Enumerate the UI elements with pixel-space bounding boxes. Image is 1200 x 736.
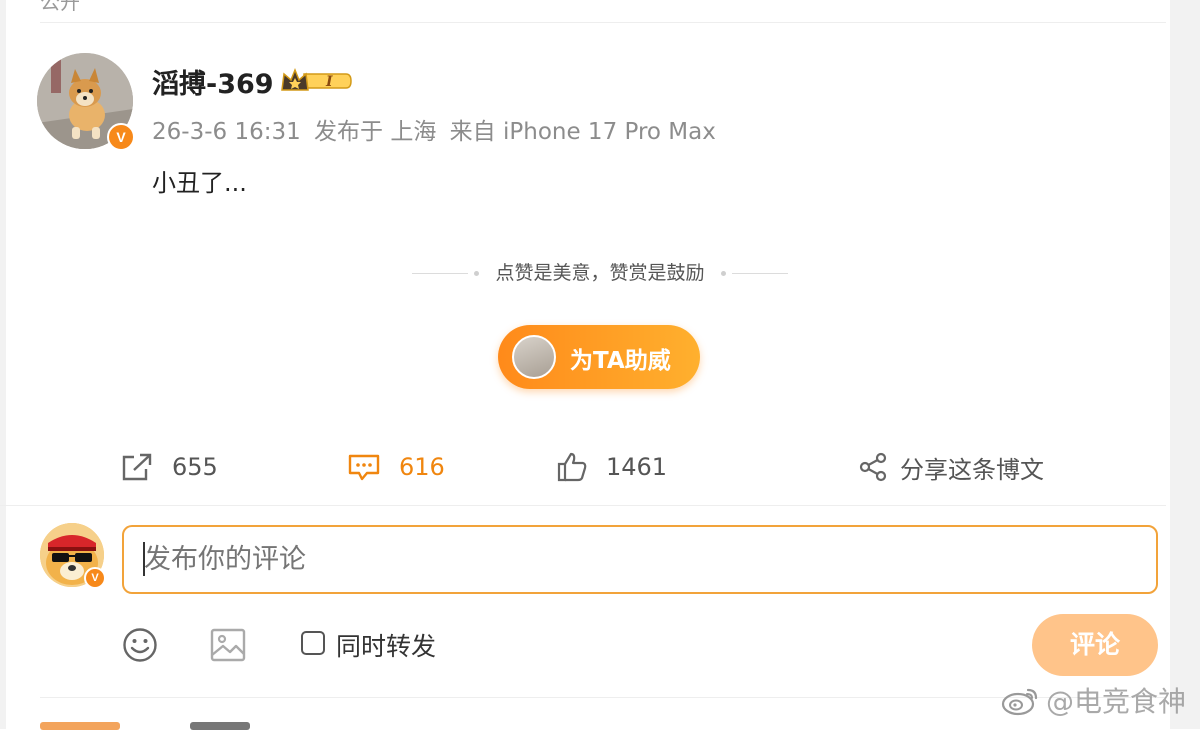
like-icon xyxy=(557,452,587,482)
sync-repost-checkbox[interactable] xyxy=(301,631,325,655)
dot-icon xyxy=(720,271,726,276)
weibo-logo-icon xyxy=(1001,688,1038,716)
divider xyxy=(40,22,1166,23)
author-name[interactable]: 滔搏-369 xyxy=(152,62,274,101)
divider xyxy=(40,697,1166,698)
page-gutter-right xyxy=(1170,0,1200,729)
verified-badge-icon: V xyxy=(84,567,106,589)
post-content: 小丑了... xyxy=(152,169,247,197)
repost-count: 655 xyxy=(172,453,218,481)
support-button-label: 为TA助威 xyxy=(570,348,671,374)
post-meta: 26-3-6 16:31 发布于 上海 来自 iPhone 17 Pro Max xyxy=(152,112,722,146)
emoji-icon xyxy=(123,628,157,662)
comment-count: 616 xyxy=(399,453,445,481)
watermark: @电竞食神 xyxy=(1000,680,1186,720)
next-comment-preview xyxy=(40,716,260,736)
image-upload-button[interactable] xyxy=(210,627,246,667)
image-icon xyxy=(210,628,246,662)
share-icon xyxy=(859,452,887,482)
share-label: 分享这条博文 xyxy=(900,455,1044,484)
share-button[interactable]: 分享这条博文 xyxy=(858,442,1044,492)
like-button[interactable]: 1461 xyxy=(556,442,667,492)
support-button[interactable]: 为TA助威 xyxy=(498,325,700,389)
reward-hint: 点赞是美意，赞赏是鼓励 xyxy=(0,258,1200,285)
text-caret xyxy=(143,542,145,576)
comment-input[interactable] xyxy=(122,525,1158,594)
repost-button[interactable]: 655 xyxy=(120,442,218,492)
comment-icon xyxy=(348,454,380,481)
post-location: 发布于 上海 xyxy=(314,119,437,145)
author-avatar[interactable]: V xyxy=(37,53,135,151)
divider xyxy=(0,505,1166,506)
emoji-button[interactable] xyxy=(122,627,158,667)
comment-button[interactable]: 616 xyxy=(347,442,445,492)
watermark-text: @电竞食神 xyxy=(1045,685,1186,718)
like-count: 1461 xyxy=(606,453,668,481)
verified-badge-icon: V xyxy=(107,123,135,151)
my-avatar[interactable]: V xyxy=(40,523,106,589)
post-timestamp[interactable]: 26-3-6 16:31 xyxy=(152,119,301,145)
sync-repost-label[interactable]: 同时转发 xyxy=(336,627,436,663)
crown-badge-icon[interactable]: I xyxy=(280,66,352,100)
divider xyxy=(412,273,469,274)
action-bar: 655 616 1461 分享这条博文 xyxy=(0,442,1200,492)
reward-hint-text: 点赞是美意，赞赏是鼓励 xyxy=(495,262,705,284)
dog-avatar-small xyxy=(512,335,556,379)
repost-icon xyxy=(122,453,152,481)
page-gutter-left xyxy=(0,0,6,729)
post-source: 来自 iPhone 17 Pro Max xyxy=(449,119,716,145)
submit-comment-button[interactable]: 评论 xyxy=(1032,614,1158,676)
divider xyxy=(731,273,788,274)
dot-icon xyxy=(474,271,480,276)
badge-level-text: I xyxy=(325,74,333,90)
previous-item-label: 公开 xyxy=(40,0,80,14)
